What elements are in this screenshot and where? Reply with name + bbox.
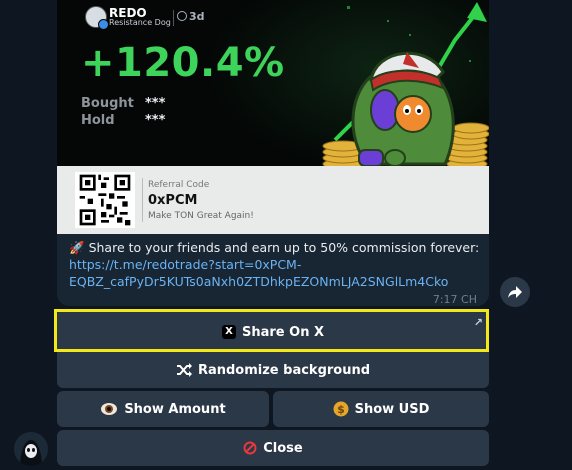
header-divider	[173, 10, 174, 26]
tagline: Make TON Great Again!	[148, 211, 254, 221]
external-link-icon: ↗	[473, 316, 483, 329]
message-bubble: REDO Resistance Dog 3d +120.4% Bought **…	[57, 0, 489, 306]
forward-arrow-icon	[508, 286, 522, 298]
qr-code-icon	[75, 172, 135, 228]
svg-text:$: $	[337, 403, 345, 416]
shuffle-icon	[176, 363, 192, 377]
verified-badge-icon	[98, 19, 109, 30]
show-amount-button[interactable]: Show Amount	[57, 391, 269, 427]
referral-link-line1[interactable]: https://t.me/redotrade?start=0xPCM-	[69, 256, 489, 273]
referral-divider	[142, 178, 143, 222]
clock-icon	[177, 11, 187, 21]
stat-value-bought: ***	[145, 96, 166, 111]
bot-avatar[interactable]	[14, 432, 48, 466]
referral-code: 0xPCM	[148, 193, 198, 208]
duration-value: 3d	[189, 10, 205, 23]
pnl-card-image: REDO Resistance Dog 3d +120.4% Bought **…	[57, 0, 489, 234]
referral-label: Referral Code	[148, 180, 210, 190]
referral-link-line2[interactable]: EQBZ_cafPyDr5KUTs0aNxh0ZTDhkpEZONmLJA2SN…	[69, 273, 489, 290]
stat-label-hold: Hold	[81, 113, 115, 128]
hooded-figure-icon	[14, 432, 48, 466]
x-logo-icon: X	[222, 325, 236, 339]
mascot-illustration	[322, 51, 489, 168]
stat-label-bought: Bought	[81, 96, 134, 111]
token-avatar	[85, 6, 109, 30]
eye-icon	[101, 403, 118, 415]
message-body: Share to your friends and earn up to 50%…	[88, 240, 480, 255]
hold-duration: 3d	[177, 10, 205, 23]
rocket-icon: 🚀	[69, 240, 85, 255]
stat-value-hold: ***	[145, 113, 166, 128]
close-button[interactable]: Close	[57, 430, 489, 466]
prohibited-icon	[243, 441, 257, 455]
share-on-x-button[interactable]: X Share On X ↗	[57, 312, 489, 352]
forward-button[interactable]	[500, 277, 530, 307]
share-on-x-label: Share On X	[242, 324, 324, 340]
show-amount-label: Show Amount	[124, 401, 226, 417]
randomize-label: Randomize background	[197, 362, 371, 378]
show-usd-button[interactable]: $ Show USD	[273, 391, 489, 427]
show-usd-label: Show USD	[354, 401, 430, 417]
message-text: 🚀 Share to your friends and earn up to 50…	[69, 239, 489, 290]
referral-panel: Referral Code 0xPCM Make TON Great Again…	[57, 166, 489, 234]
dollar-coin-icon: $	[333, 401, 349, 417]
message-time: 7:17 CH	[432, 293, 477, 306]
pnl-percentage: +120.4%	[81, 40, 285, 86]
close-label: Close	[263, 440, 303, 456]
token-fullname: Resistance Dog	[109, 18, 171, 27]
randomize-background-button[interactable]: Randomize background	[57, 352, 489, 388]
